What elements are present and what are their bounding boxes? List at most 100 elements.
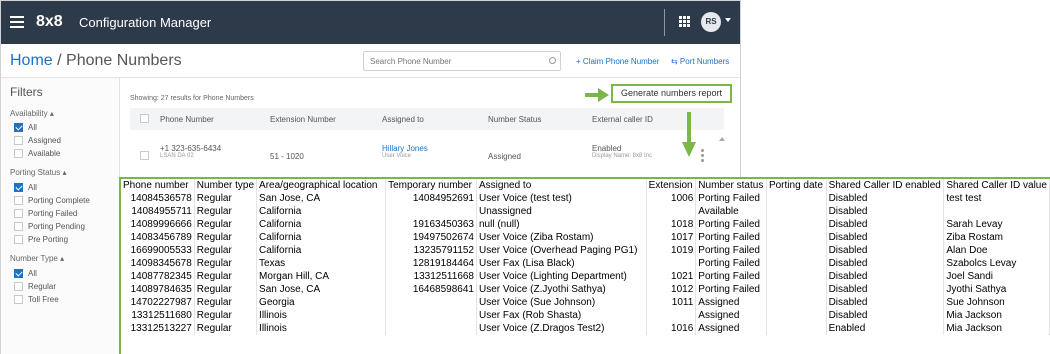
table-cell[interactable]: 1017 <box>646 231 697 244</box>
table-cell[interactable] <box>766 205 827 218</box>
table-cell[interactable] <box>766 322 827 335</box>
column-assigned-to[interactable]: Assigned to <box>382 115 424 124</box>
table-cell[interactable]: Regular <box>194 296 258 309</box>
table-cell[interactable]: Disabled <box>826 244 945 257</box>
porting-status-section-header[interactable]: Porting Status ▴ <box>10 168 67 177</box>
table-cell[interactable]: User Voice (Z.Jyothi Sathya) <box>476 283 647 296</box>
table-cell[interactable]: 14084955711 <box>121 205 195 218</box>
table-cell[interactable]: Georgia <box>256 296 387 309</box>
table-cell[interactable]: 19163450363 <box>385 218 477 231</box>
table-cell[interactable] <box>766 231 827 244</box>
table-cell[interactable]: User Voice (Sue Johnson) <box>476 296 647 309</box>
table-cell[interactable]: San Jose, CA <box>256 192 387 205</box>
search-icon[interactable] <box>549 57 556 64</box>
checkbox[interactable] <box>14 149 23 158</box>
checkbox[interactable] <box>14 282 23 291</box>
port-numbers-button[interactable]: ⇆ Port Numbers <box>671 57 729 66</box>
table-cell[interactable]: 14089784635 <box>121 283 195 296</box>
checkbox[interactable] <box>14 183 23 192</box>
table-cell[interactable]: Porting Failed <box>695 283 767 296</box>
table-cell[interactable]: User Voice (Z.Dragos Test2) <box>476 322 647 335</box>
table-cell[interactable]: Regular <box>194 257 258 270</box>
table-cell[interactable]: 19497502674 <box>385 231 477 244</box>
menu-icon[interactable] <box>10 16 24 28</box>
app-grid-icon[interactable] <box>679 16 691 28</box>
table-cell[interactable]: Porting Failed <box>695 192 767 205</box>
table-cell[interactable] <box>385 296 477 309</box>
breadcrumb-home[interactable]: Home <box>10 52 53 69</box>
table-cell[interactable]: Available <box>695 205 767 218</box>
select-all-checkbox[interactable] <box>140 114 149 123</box>
row-checkbox[interactable] <box>140 151 149 160</box>
table-cell[interactable] <box>766 270 827 283</box>
table-cell[interactable]: 14087782345 <box>121 270 195 283</box>
table-cell[interactable]: 14098345678 <box>121 257 195 270</box>
table-cell[interactable]: Regular <box>194 231 258 244</box>
table-cell[interactable]: Illinois <box>256 309 387 322</box>
table-cell[interactable]: Porting Failed <box>695 244 767 257</box>
table-cell[interactable]: Disabled <box>826 283 945 296</box>
table-cell[interactable]: Regular <box>194 205 258 218</box>
table-cell[interactable]: Ziba Rostam <box>943 231 1050 244</box>
table-cell[interactable]: Disabled <box>826 309 945 322</box>
table-cell[interactable]: null (null) <box>476 218 647 231</box>
table-cell[interactable]: Regular <box>194 270 258 283</box>
more-options-icon[interactable] <box>701 149 704 162</box>
table-cell[interactable]: Disabled <box>826 296 945 309</box>
table-cell[interactable]: 1019 <box>646 244 697 257</box>
table-cell[interactable] <box>766 257 827 270</box>
search-input[interactable] <box>363 51 561 71</box>
table-cell[interactable]: California <box>256 218 387 231</box>
table-cell[interactable]: User Voice (Overhead Paging PG1) <box>476 244 647 257</box>
avatar[interactable]: RS <box>701 12 721 32</box>
table-cell[interactable]: Sarah Levay <box>943 218 1050 231</box>
table-cell[interactable]: Jyothi Sathya <box>943 283 1050 296</box>
column-external-caller-id[interactable]: External caller ID <box>592 115 653 124</box>
table-cell[interactable] <box>646 257 697 270</box>
table-cell[interactable]: Disabled <box>826 231 945 244</box>
table-cell[interactable]: 16468598641 <box>385 283 477 296</box>
table-cell[interactable]: User Voice (test test) <box>476 192 647 205</box>
table-cell[interactable] <box>766 309 827 322</box>
table-cell[interactable]: Porting Failed <box>695 257 767 270</box>
table-cell[interactable]: Sue Johnson <box>943 296 1050 309</box>
table-cell[interactable]: Regular <box>194 192 258 205</box>
table-cell[interactable]: Disabled <box>826 218 945 231</box>
table-cell[interactable]: User Fax (Lisa Black) <box>476 257 647 270</box>
table-cell[interactable]: 12819184464 <box>385 257 477 270</box>
table-cell[interactable]: California <box>256 205 387 218</box>
table-cell[interactable]: San Jose, CA <box>256 283 387 296</box>
checkbox[interactable] <box>14 123 23 132</box>
table-cell[interactable]: Unassigned <box>476 205 647 218</box>
table-cell[interactable]: Regular <box>194 322 258 335</box>
table-cell[interactable]: California <box>256 231 387 244</box>
table-cell[interactable]: California <box>256 244 387 257</box>
table-cell[interactable]: 1011 <box>646 296 697 309</box>
table-cell[interactable]: 1018 <box>646 218 697 231</box>
table-cell[interactable]: Texas <box>256 257 387 270</box>
table-cell[interactable]: Disabled <box>826 270 945 283</box>
table-cell[interactable]: Disabled <box>826 192 945 205</box>
table-cell[interactable]: Regular <box>194 218 258 231</box>
table-cell[interactable]: Morgan Hill, CA <box>256 270 387 283</box>
table-cell[interactable]: Assigned <box>695 309 767 322</box>
table-cell[interactable]: Disabled <box>826 257 945 270</box>
table-cell[interactable] <box>646 205 697 218</box>
table-cell[interactable]: Joel Sandi <box>943 270 1050 283</box>
table-cell[interactable]: 13235791152 <box>385 244 477 257</box>
column-phone-number[interactable]: Phone Number <box>160 115 214 124</box>
checkbox[interactable] <box>14 222 23 231</box>
table-cell[interactable]: Assigned <box>695 296 767 309</box>
checkbox[interactable] <box>14 269 23 278</box>
checkbox[interactable] <box>14 209 23 218</box>
table-cell[interactable] <box>385 205 477 218</box>
table-cell[interactable] <box>766 244 827 257</box>
table-cell[interactable]: Szabolcs Levay <box>943 257 1050 270</box>
checkbox[interactable] <box>14 295 23 304</box>
table-cell[interactable]: 16699005533 <box>121 244 195 257</box>
table-cell[interactable]: 13312511668 <box>385 270 477 283</box>
table-cell[interactable]: Mia Jackson <box>943 309 1050 322</box>
table-cell[interactable] <box>943 205 1050 218</box>
table-cell[interactable]: Alan Doe <box>943 244 1050 257</box>
table-cell[interactable]: User Voice (Ziba Rostam) <box>476 231 647 244</box>
